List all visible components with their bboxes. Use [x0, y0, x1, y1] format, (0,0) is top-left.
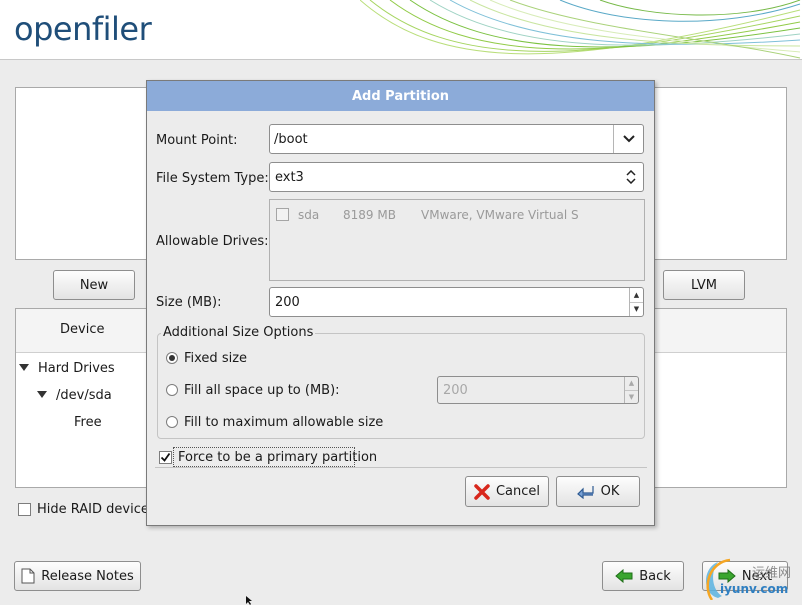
- drive-model: VMware, VMware Virtual S: [421, 208, 579, 222]
- drive-sda-checkbox[interactable]: [276, 208, 289, 221]
- mount-point-dropdown[interactable]: [613, 125, 643, 153]
- allowable-drives-list[interactable]: sda 8189 MB VMware, VMware Virtual S: [269, 199, 645, 281]
- back-button-label: Back: [639, 568, 671, 584]
- tree-item-free[interactable]: Free: [74, 415, 102, 430]
- release-notes-label: Release Notes: [41, 568, 134, 584]
- fill-upto-label[interactable]: Fill all space up to (MB):: [184, 383, 340, 398]
- checkmark-icon: [160, 452, 171, 462]
- fill-max-radio[interactable]: [166, 416, 178, 428]
- radio-selected-dot: [169, 355, 175, 361]
- fixed-size-label[interactable]: Fixed size: [184, 351, 247, 366]
- fill-upto-value: 200: [443, 382, 468, 398]
- size-spinbox[interactable]: 200 ▲ ▼: [269, 287, 644, 317]
- fs-type-select-arrows[interactable]: [619, 163, 643, 191]
- new-button[interactable]: New: [53, 270, 135, 300]
- force-primary-checkbox[interactable]: [159, 451, 172, 464]
- size-label: Size (MB):: [156, 295, 222, 310]
- fill-max-label[interactable]: Fill to maximum allowable size: [184, 415, 383, 430]
- new-button-label: New: [79, 277, 109, 293]
- release-notes-button[interactable]: Release Notes: [14, 561, 141, 591]
- expand-hard-drives-icon[interactable]: [19, 364, 29, 371]
- allowable-drives-label: Allowable Drives:: [156, 234, 269, 249]
- watermark-text: iyunv.com: [720, 582, 789, 596]
- decorative-swoosh: [360, 0, 801, 59]
- hide-raid-label: Hide RAID device/: [37, 502, 154, 517]
- enter-arrow-icon: [576, 485, 594, 499]
- spin-down-icon: ▼: [625, 389, 638, 404]
- ok-button-label: OK: [600, 484, 620, 499]
- fs-type-value: ext3: [275, 169, 304, 185]
- lvm-button[interactable]: LVM: [663, 270, 745, 300]
- hide-raid-checkbox[interactable]: [18, 503, 31, 516]
- iyunv-watermark: 运维网 iyunv.com: [700, 556, 800, 604]
- mount-point-combobox[interactable]: /boot: [269, 124, 644, 154]
- mount-point-label: Mount Point:: [156, 133, 238, 148]
- size-spin-buttons[interactable]: ▲ ▼: [629, 288, 643, 316]
- fill-upto-radio[interactable]: [166, 384, 178, 396]
- spin-up-icon: ▲: [628, 379, 635, 388]
- drive-name: sda: [298, 208, 320, 222]
- tree-item-hard-drives[interactable]: Hard Drives: [38, 361, 115, 376]
- cancel-x-icon: [474, 483, 490, 500]
- header-banner: openfiler: [0, 0, 802, 60]
- fs-type-select[interactable]: ext3: [269, 162, 644, 192]
- document-icon: [21, 568, 35, 584]
- additional-size-options-title: Additional Size Options: [161, 325, 316, 340]
- drive-size: 8189 MB: [343, 208, 396, 222]
- fill-upto-spinbox: 200 ▲ ▼: [437, 376, 639, 404]
- openfiler-logo: openfiler: [14, 10, 152, 48]
- spin-down-icon[interactable]: ▼: [630, 301, 643, 317]
- cancel-button[interactable]: Cancel: [465, 476, 549, 507]
- cancel-button-label: Cancel: [495, 484, 541, 499]
- updown-chevron-icon: [626, 170, 636, 184]
- fixed-size-radio[interactable]: [166, 352, 178, 364]
- expand-dev-sda-icon[interactable]: [37, 391, 47, 398]
- dialog-title: Add Partition: [147, 81, 654, 111]
- watermark-cn-text: 运维网: [752, 566, 792, 581]
- size-value[interactable]: 200: [275, 295, 629, 310]
- add-partition-dialog: Add Partition Mount Point: /boot File Sy…: [146, 80, 655, 526]
- tree-item-dev-sda[interactable]: /dev/sda: [56, 388, 112, 403]
- fill-upto-spin-buttons: ▲ ▼: [624, 377, 638, 403]
- chevron-down-icon: [622, 135, 635, 143]
- device-column-label: Device: [60, 322, 105, 337]
- fs-type-label: File System Type:: [156, 171, 269, 186]
- back-button[interactable]: Back: [602, 561, 684, 591]
- ok-button[interactable]: OK: [556, 476, 640, 507]
- spin-up-icon[interactable]: ▲: [630, 288, 643, 302]
- mouse-pointer-icon: [246, 596, 252, 605]
- dialog-separator: [155, 467, 647, 468]
- force-primary-label[interactable]: Force to be a primary partition: [178, 450, 377, 465]
- mount-point-value[interactable]: /boot: [274, 132, 613, 147]
- lvm-button-label: LVM: [691, 277, 717, 293]
- back-arrow-icon: [615, 569, 633, 583]
